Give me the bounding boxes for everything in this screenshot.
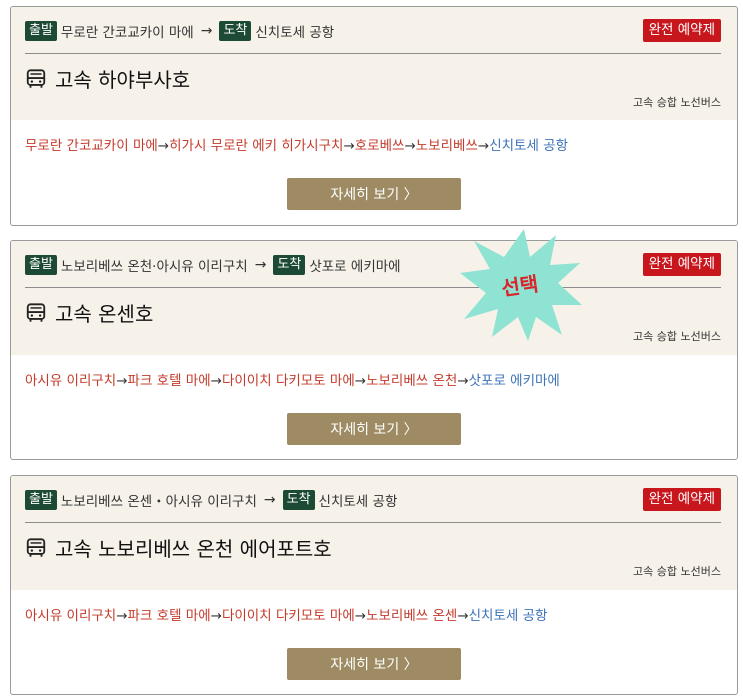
stop-separator: → [354, 373, 367, 389]
reservation-badge: 완전 예약제 [642, 19, 721, 42]
stop-list: 무로란 간코교카이 마에→히가시 무로란 에키 히가시구치→호로베쓰→노보리베쓰… [25, 134, 568, 154]
route-card: 출발 무로란 간코교카이 마에 → 도착 신치토세 공항 완전 예약제 고속 하… [10, 6, 738, 226]
stop-separator: → [457, 373, 469, 389]
bus-title: 고속 노보리베쓰 온천 에어포트호 [25, 533, 332, 562]
stop: 파크 호텔 마에 [127, 373, 211, 389]
final-stop: 신치토세 공항 [468, 608, 548, 624]
depart-stop: 노보리베쓰 온센・아시유 이리구치 [60, 494, 257, 510]
depart-tag: 출발 [25, 21, 57, 41]
stop: 아시유 이리구치 [25, 608, 117, 624]
stop: 호로베쓰 [354, 138, 405, 154]
stop-separator: → [477, 138, 490, 154]
route-card: 출발 노보리베쓰 온센・아시유 이리구치 → 도착 신치토세 공항 완전 예약제… [10, 475, 738, 695]
stop-separator: → [116, 373, 128, 389]
arrow-right-icon: → [254, 257, 267, 273]
arrive-tag: 도착 [273, 255, 306, 275]
arrive-stop: 신치토세 공항 [318, 494, 398, 510]
route-summary: 출발 노보리베쓰 온센・아시유 이리구치 → 도착 신치토세 공항 [25, 490, 567, 510]
stop-separator: → [210, 608, 222, 624]
bus-icon [26, 537, 46, 557]
stop: 파크 호텔 마에 [127, 608, 211, 624]
divider [25, 522, 721, 523]
divider [25, 53, 721, 54]
details-button[interactable]: 자세히 보기 〉 [287, 178, 461, 210]
stop-list: 아시유 이리구치→파크 호텔 마에→다이이치 다키모토 마에→노보리베쓰 온천→… [25, 369, 560, 389]
stop-separator: → [343, 138, 355, 154]
bus-icon [26, 302, 46, 322]
bus-name: 고속 온센호 [55, 302, 154, 326]
stop: 아시유 이리구치 [25, 373, 117, 389]
arrive-stop: 삿포로 에키마에 [309, 259, 401, 275]
depart-tag: 출발 [25, 255, 57, 275]
stop: 노보리베쓰 [415, 138, 478, 154]
depart-stop: 노보리베쓰 온천·아시유 이리구치 [60, 259, 248, 275]
route-summary: 출발 무로란 간코교카이 마에 → 도착 신치토세 공항 [25, 21, 567, 41]
bus-icon [26, 68, 46, 88]
details-button[interactable]: 자세히 보기 〉 [287, 648, 461, 680]
bus-type: 고속 승합 노선버스 [633, 330, 721, 343]
depart-tag: 출발 [25, 490, 57, 510]
arrive-stop: 신치토세 공항 [255, 25, 335, 41]
arrow-right-icon: → [200, 23, 213, 39]
bus-title: 고속 온센호 [25, 298, 153, 327]
route-card-body: 아시유 이리구치→파크 호텔 마에→다이이치 다키모토 마에→노보리베쓰 온천→… [11, 355, 737, 459]
route-card: 출발 노보리베쓰 온천·아시유 이리구치 → 도착 삿포로 에키마에 완전 예약… [10, 240, 738, 460]
bus-name: 고속 노보리베쓰 온천 에어포트호 [55, 537, 332, 561]
stop-separator: → [457, 608, 469, 624]
final-stop: 신치토세 공항 [489, 138, 568, 154]
bus-title: 고속 하야부사호 [25, 64, 190, 93]
reservation-badge: 완전 예약제 [642, 488, 721, 511]
stop: 다이이치 다키모토 마에 [221, 373, 355, 389]
arrow-right-icon: → [263, 492, 276, 508]
stop: 노보리베쓰 온천 [366, 373, 458, 389]
stop: 히가시 무로란 에키 히가시구치 [169, 138, 344, 154]
bus-type: 고속 승합 노선버스 [633, 96, 721, 109]
arrive-tag: 도착 [219, 21, 252, 41]
stop-separator: → [157, 138, 170, 154]
details-button[interactable]: 자세히 보기 〉 [287, 413, 461, 445]
route-card-body: 무로란 간코교카이 마에→히가시 무로란 에키 히가시구치→호로베쓰→노보리베쓰… [11, 120, 737, 225]
route-card-body: 아시유 이리구치→파크 호텔 마에→다이이치 다키모토 마에→노보리베쓰 온센→… [11, 590, 737, 694]
final-stop: 삿포로 에키마에 [468, 373, 560, 389]
stop: 노보리베쓰 온센 [366, 608, 458, 624]
stop-list: 아시유 이리구치→파크 호텔 마에→다이이치 다키모토 마에→노보리베쓰 온센→… [25, 604, 547, 624]
selection-burst-badge: 선택 [460, 229, 582, 341]
route-card-header: 출발 노보리베쓰 온센・아시유 이리구치 → 도착 신치토세 공항 완전 예약제… [11, 476, 737, 590]
stop-separator: → [354, 608, 367, 624]
arrive-tag: 도착 [282, 490, 315, 510]
route-card-header: 출발 노보리베쓰 온천·아시유 이리구치 → 도착 삿포로 에키마에 완전 예약… [11, 241, 737, 355]
stop: 다이이치 다키모토 마에 [221, 608, 355, 624]
burst-label: 선택 [500, 272, 540, 301]
stop-separator: → [210, 373, 222, 389]
stop-separator: → [116, 608, 128, 624]
reservation-badge: 완전 예약제 [642, 253, 721, 276]
bus-name: 고속 하야부사호 [55, 68, 191, 92]
route-card-header: 출발 무로란 간코교카이 마에 → 도착 신치토세 공항 완전 예약제 고속 하… [11, 7, 737, 120]
depart-stop: 무로란 간코교카이 마에 [60, 25, 194, 41]
stop: 무로란 간코교카이 마에 [25, 138, 158, 154]
stop-separator: → [404, 138, 416, 154]
divider [25, 287, 721, 288]
bus-type: 고속 승합 노선버스 [633, 565, 721, 578]
